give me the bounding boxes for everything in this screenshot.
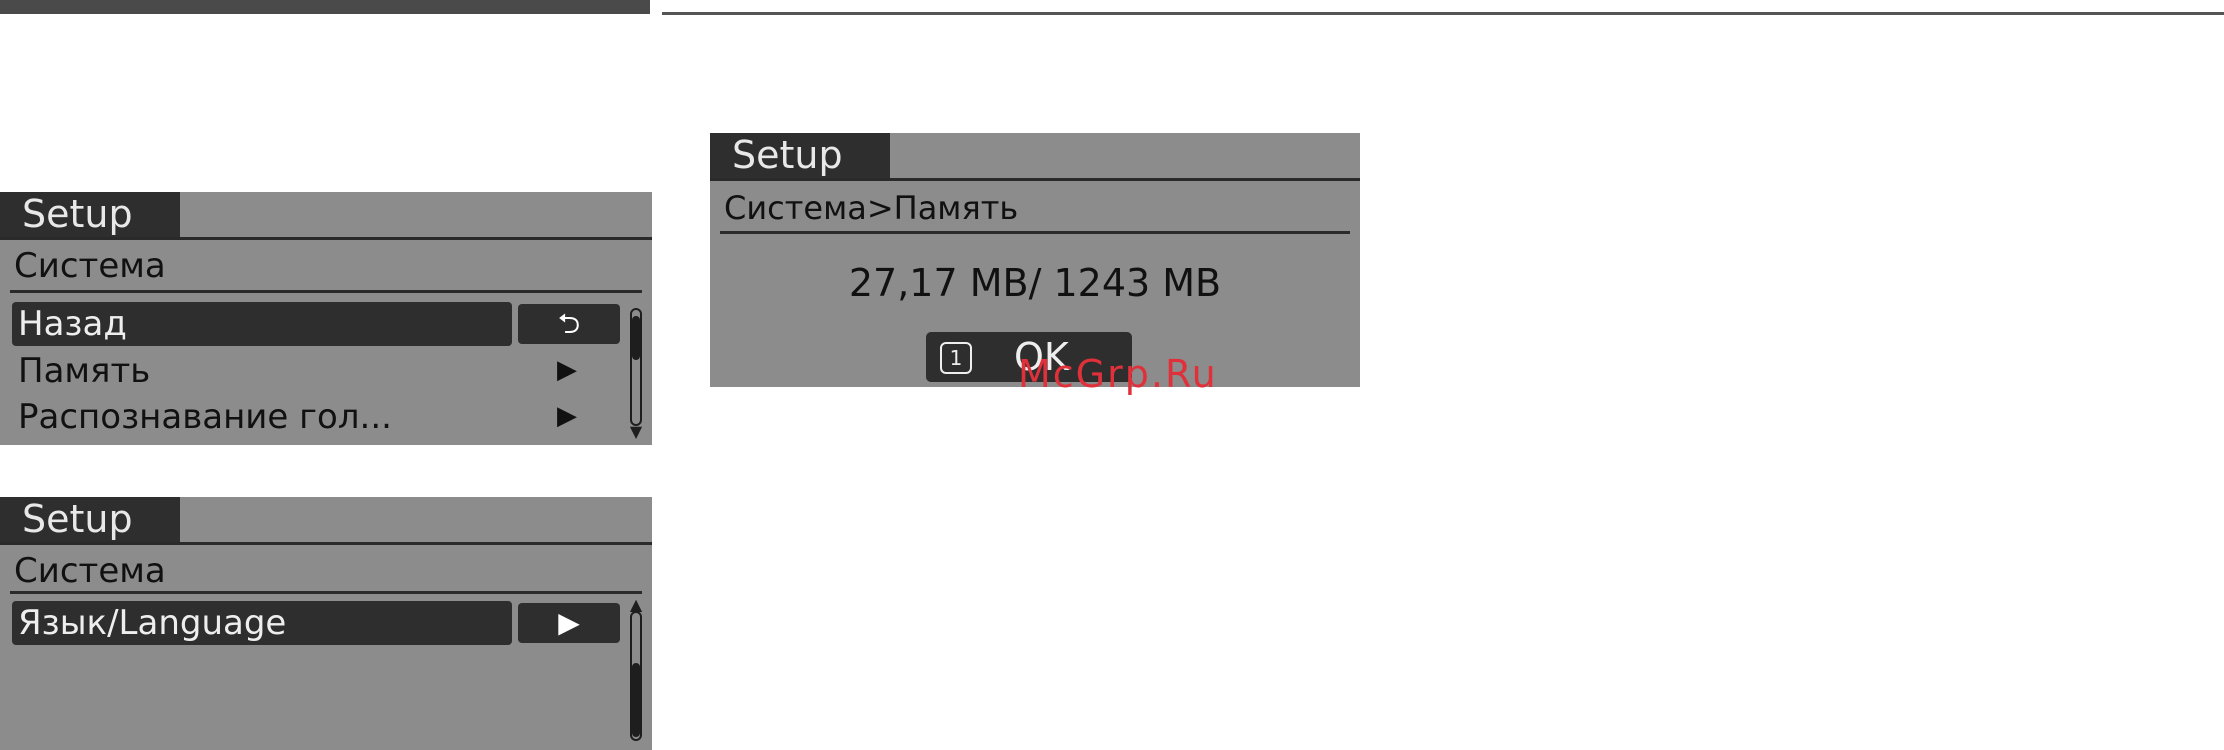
menu-item-back[interactable]: Назад (12, 302, 512, 346)
divider (10, 591, 642, 594)
top-bar-left (0, 0, 650, 14)
ok-number-badge: 1 (940, 342, 972, 374)
chevron-right-icon: ▶ (558, 606, 580, 639)
back-button[interactable]: ⮌ (518, 304, 620, 344)
menu-item-voice-recognition[interactable]: Распознавание гол... (12, 395, 532, 439)
menu-item-memory[interactable]: Память (12, 349, 512, 393)
top-rule-right (662, 12, 2224, 15)
memory-usage-value: 27,17 MB/ 1243 MB (848, 261, 1222, 305)
enter-button[interactable]: ▶ (518, 603, 620, 643)
tab-row: Setup (0, 497, 652, 545)
watermark: McGrp.Ru (1018, 352, 1218, 396)
section-title: Система>Память (724, 189, 1019, 227)
scroll-thumb[interactable] (632, 663, 640, 737)
divider (720, 231, 1350, 234)
menu-item-label: Распознавание гол... (18, 397, 392, 437)
chevron-right-icon: ▶ (557, 355, 577, 385)
menu-item-language[interactable]: Язык/Language (12, 601, 512, 645)
divider (10, 290, 642, 293)
section-title: Система (14, 246, 166, 286)
back-arrow-icon: ⮌ (557, 307, 581, 340)
section-title: Система (14, 551, 166, 591)
menu-item-label: Память (18, 351, 151, 391)
tab-setup[interactable]: Setup (0, 497, 180, 542)
scrollbar[interactable]: ▼ (626, 308, 646, 440)
chevron-right-icon: ▶ (557, 401, 577, 431)
setup-screen-memory-info: Setup Система>Память 27,17 MB/ 1243 MB 1… (710, 133, 1360, 387)
scroll-down-icon[interactable]: ▼ (626, 424, 646, 440)
tab-setup[interactable]: Setup (710, 133, 890, 178)
tab-row: Setup (710, 133, 1360, 181)
setup-screen-language-menu: Setup Система Язык/Language ▶ ▲ (0, 497, 652, 750)
menu-item-label: Назад (18, 304, 127, 344)
tab-row: Setup (0, 192, 652, 240)
scrollbar[interactable]: ▲ (626, 597, 646, 747)
setup-screen-system-menu: Setup Система Назад ⮌ Память ▶ Распознав… (0, 192, 652, 445)
menu-item-label: Язык/Language (18, 603, 287, 643)
tab-setup[interactable]: Setup (0, 192, 180, 237)
scroll-thumb[interactable] (632, 316, 640, 360)
